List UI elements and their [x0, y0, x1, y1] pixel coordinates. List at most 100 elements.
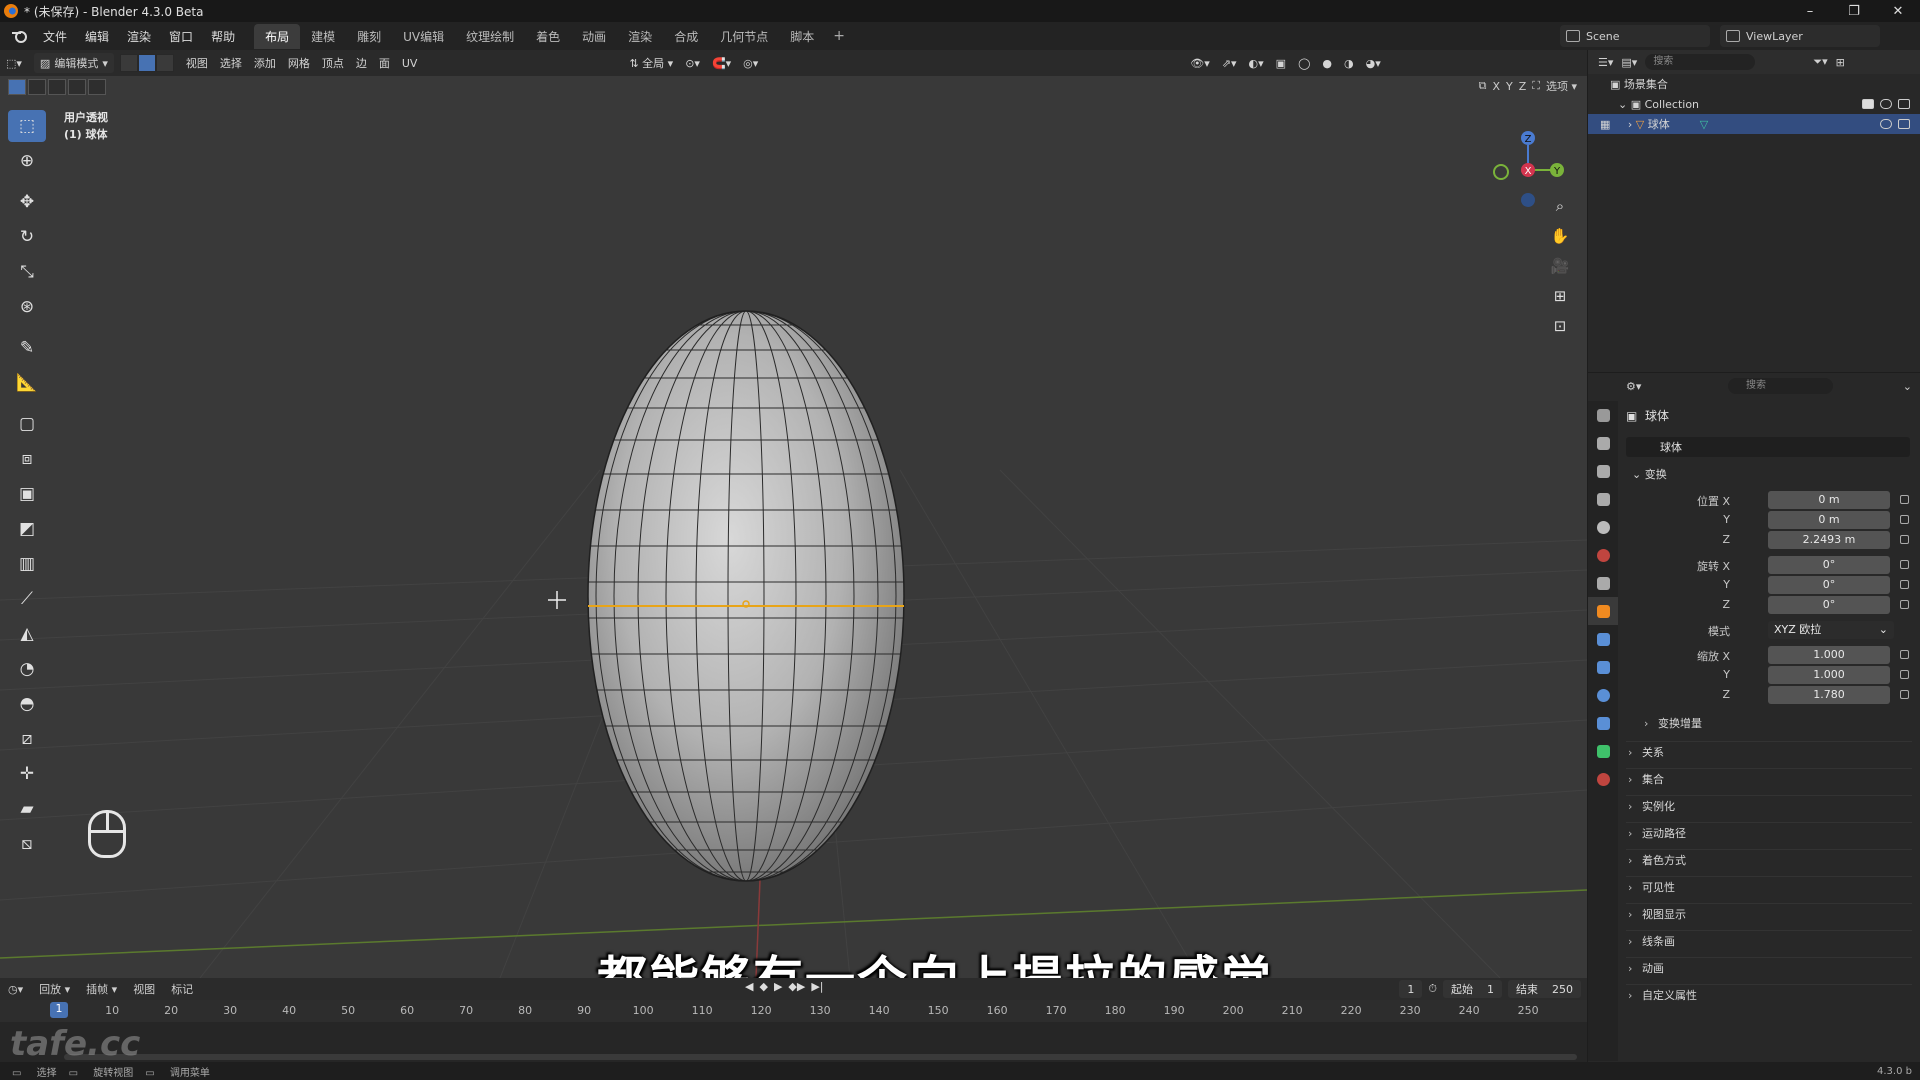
shear-tool[interactable]: ▰	[8, 793, 46, 825]
tab-geometry-nodes[interactable]: 几何节点	[709, 24, 779, 49]
mirror-icon[interactable]: ⧉	[1479, 79, 1487, 93]
location-z-field[interactable]: 2.2493 m	[1768, 531, 1890, 549]
pan-hand-icon[interactable]: ✋	[1545, 223, 1575, 249]
outliner[interactable]: ☰▾ ▤▾ 搜索 ⏷▾ ⊞ ▣ 场景集合 ⌄ ▣ Collection ▦ › …	[1588, 50, 1920, 372]
properties-search-input[interactable]: 搜索	[1728, 378, 1833, 394]
world-tab[interactable]	[1588, 541, 1618, 569]
axis-y-toggle[interactable]: Y	[1506, 80, 1513, 93]
animation-panel[interactable]: 动画	[1626, 957, 1912, 980]
outliner-collection[interactable]: ⌄ ▣ Collection	[1588, 94, 1920, 114]
physics-tab[interactable]	[1588, 681, 1618, 709]
rotation-x-field[interactable]: 0°	[1768, 556, 1890, 574]
scale-z-field[interactable]: 1.780	[1768, 686, 1890, 704]
outliner-object-sphere[interactable]: ▦ › ▽ 球体 ▽	[1588, 114, 1920, 134]
start-frame-field[interactable]: 起始 1	[1443, 980, 1502, 998]
camera-view-icon[interactable]: 🎥	[1545, 253, 1575, 279]
shading-rendered-icon[interactable]: ◕▾	[1360, 57, 1387, 70]
lock-icon[interactable]	[1900, 495, 1909, 504]
spin-tool[interactable]: ◔	[8, 653, 46, 685]
camera-icon[interactable]	[1898, 99, 1910, 109]
vertex-select-button[interactable]	[119, 54, 138, 72]
gizmo-toggle-icon[interactable]: ⇗▾	[1216, 57, 1243, 70]
shading-solid-icon[interactable]: ●	[1316, 57, 1338, 70]
rotation-y-field[interactable]: 0°	[1768, 576, 1890, 594]
output-tab[interactable]	[1588, 457, 1618, 485]
shading-wireframe-icon[interactable]: ◯	[1292, 57, 1316, 70]
lock-icon[interactable]	[1900, 670, 1909, 679]
select-invert-button[interactable]	[68, 79, 86, 95]
inset-faces-tool[interactable]: ▣	[8, 478, 46, 510]
location-x-field[interactable]: 0 m	[1768, 491, 1890, 509]
axis-z-toggle[interactable]: Z	[1519, 80, 1527, 93]
end-frame-field[interactable]: 结束 250	[1508, 980, 1581, 998]
zoom-icon[interactable]: ⌕	[1545, 193, 1575, 219]
collections-panel[interactable]: 集合	[1626, 768, 1912, 791]
scene-tab[interactable]	[1588, 513, 1618, 541]
delta-transform-panel[interactable]: 变换增量	[1642, 713, 1912, 735]
select-subtract-button[interactable]	[48, 79, 66, 95]
close-button[interactable]: ✕	[1876, 0, 1920, 22]
menu-vertex[interactable]: 顶点	[316, 55, 350, 71]
modifier-tab[interactable]	[1588, 625, 1618, 653]
lock-icon[interactable]	[1900, 690, 1909, 699]
3d-cursor-icon[interactable]	[548, 591, 566, 609]
overlay-icon[interactable]: ◐▾	[1243, 57, 1270, 70]
outliner-search-input[interactable]: 搜索	[1645, 54, 1756, 70]
tool-tab[interactable]	[1588, 401, 1618, 429]
maximize-button[interactable]: ❐	[1832, 0, 1876, 22]
new-collection-icon[interactable]: ⊞	[1836, 56, 1845, 69]
menu-marker[interactable]: 标记	[163, 981, 201, 997]
object-name-field[interactable]: 球体	[1626, 437, 1910, 457]
select-extend-button[interactable]	[28, 79, 46, 95]
filter-icon[interactable]: ⏷▾	[1813, 55, 1827, 69]
menu-view[interactable]: 视图	[180, 55, 214, 71]
tab-scripting[interactable]: 脚本	[779, 24, 825, 49]
tab-rendering[interactable]: 渲染	[617, 24, 663, 49]
menu-help[interactable]: 帮助	[202, 28, 244, 45]
viewport-display-panel[interactable]: 视图显示	[1626, 903, 1912, 926]
face-select-button[interactable]	[155, 54, 174, 72]
mode-dropdown[interactable]: ▨ 编辑模式 ▾	[33, 53, 114, 73]
shrink-fatten-tool[interactable]: ✛	[8, 758, 46, 790]
relations-panel[interactable]: 关系	[1626, 741, 1912, 764]
rotation-z-field[interactable]: 0°	[1768, 596, 1890, 614]
select-intersect-button[interactable]	[88, 79, 106, 95]
menu-file[interactable]: 文件	[34, 28, 76, 45]
lock-icon[interactable]	[1900, 600, 1909, 609]
current-frame-field[interactable]: 1	[1399, 980, 1423, 998]
add-cube-tool[interactable]: ▢	[8, 408, 46, 440]
pivot-icon[interactable]: ⊙▾	[679, 57, 706, 70]
annotate-tool[interactable]: ✎	[8, 332, 46, 364]
collection-tab[interactable]	[1588, 569, 1618, 597]
lock-icon[interactable]	[1900, 580, 1909, 589]
scale-tool[interactable]: ⤡	[8, 256, 46, 288]
bevel-tool[interactable]: ◩	[8, 513, 46, 545]
shading-material-icon[interactable]: ◑	[1338, 57, 1360, 70]
view-layer-tab[interactable]	[1588, 485, 1618, 513]
minimize-button[interactable]: –	[1788, 0, 1832, 22]
menu-add[interactable]: 添加	[248, 55, 282, 71]
blender-menu-icon[interactable]	[8, 25, 30, 47]
options-dropdown[interactable]: 选项 ▾	[1546, 78, 1577, 94]
tab-uv-editing[interactable]: UV编辑	[392, 24, 455, 49]
next-keyframe-icon[interactable]: ◆▶	[788, 980, 805, 993]
tab-animation[interactable]: 动画	[571, 24, 617, 49]
menu-playback[interactable]: 回放 ▾	[31, 981, 78, 997]
outliner-editor-icon[interactable]: ☰▾	[1598, 56, 1613, 69]
menu-mesh[interactable]: 网格	[282, 55, 316, 71]
tab-modeling[interactable]: 建模	[300, 24, 346, 49]
line-art-panel[interactable]: 线条画	[1626, 930, 1912, 953]
lock-icon[interactable]	[1900, 515, 1909, 524]
visibility-panel[interactable]: 可见性	[1626, 876, 1912, 899]
clock-icon[interactable]: ◷▾	[0, 983, 31, 996]
scale-x-field[interactable]: 1.000	[1768, 646, 1890, 664]
timeline-body[interactable]	[0, 1022, 1587, 1066]
proportional-edit-icon[interactable]: ◎▾	[737, 57, 764, 70]
menu-render[interactable]: 渲染	[118, 28, 160, 45]
snap-icon[interactable]: 🧲▾	[706, 57, 737, 70]
location-y-field[interactable]: 0 m	[1768, 511, 1890, 529]
poly-build-tool[interactable]: ◭	[8, 618, 46, 650]
measure-tool[interactable]: 📐	[8, 367, 46, 399]
scene-selector[interactable]: Scene	[1560, 25, 1710, 47]
object-tab[interactable]	[1588, 597, 1618, 625]
